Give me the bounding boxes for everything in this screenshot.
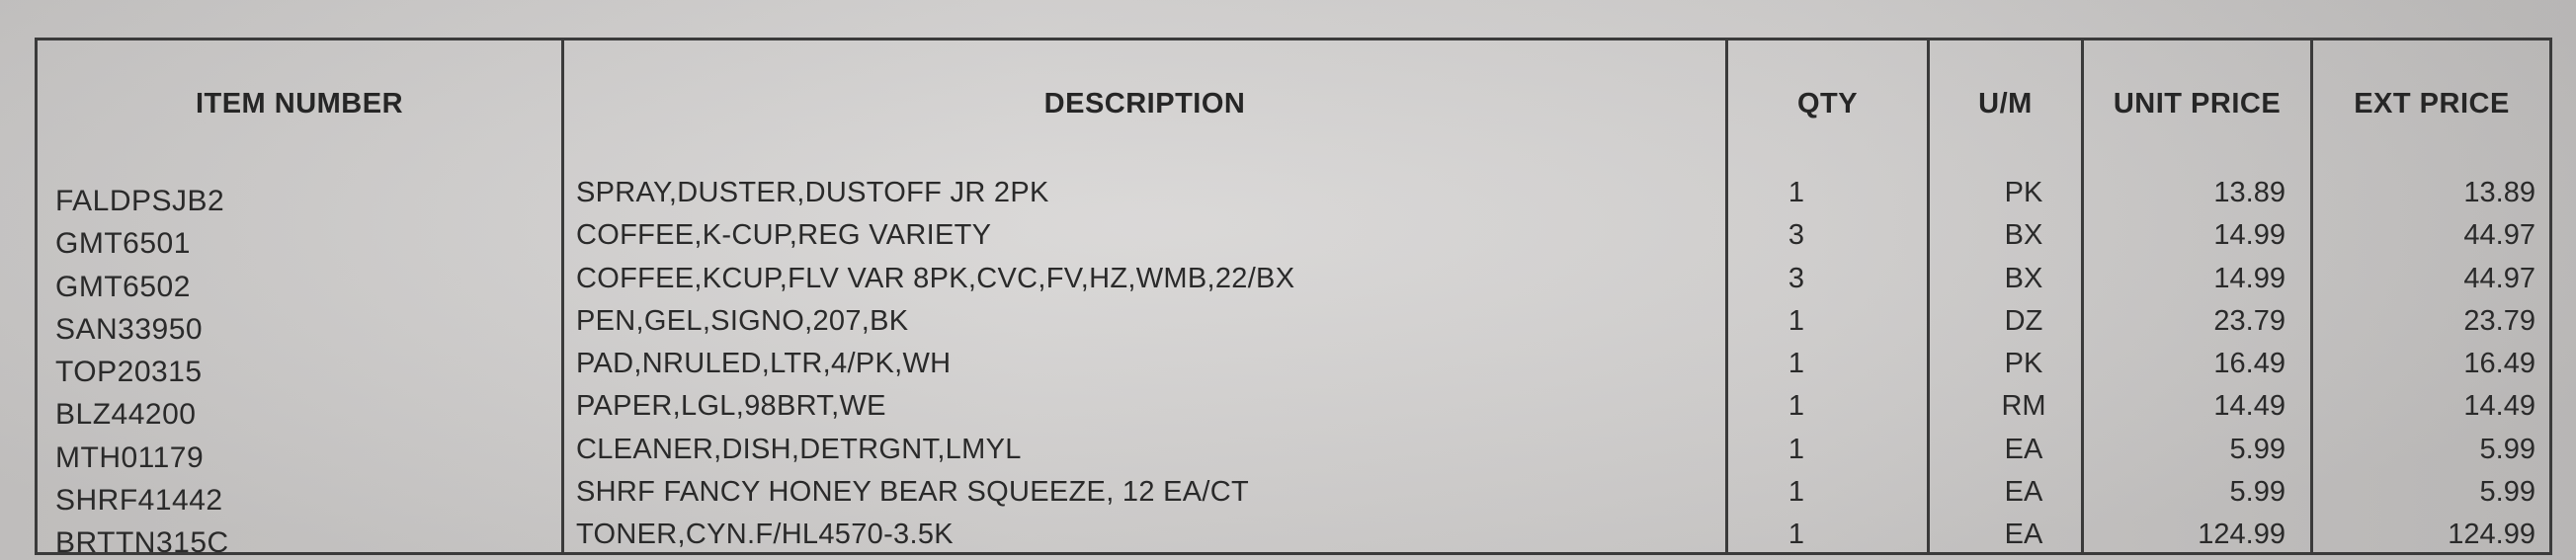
description: PEN,GEL,SIGNO,207,BK (576, 304, 909, 337)
header-qty: QTY (1796, 87, 1859, 120)
table-row: GMT6501 COFFEE,K-CUP,REG VARIETY 3 BX 14… (38, 209, 2549, 260)
ext-price: 16.49 (2463, 348, 2535, 380)
unit-of-measure: PK (2004, 177, 2043, 208)
description: COFFEE,KCUP,FLV VAR 8PK,CVC,FV,HZ,WMB,22… (576, 262, 1295, 294)
ext-price: 44.97 (2463, 262, 2535, 294)
description: SHRF FANCY HONEY BEAR SQUEEZE, 12 EA/CT (576, 476, 1250, 509)
unit-price: 14.99 (2213, 219, 2285, 252)
description: CLEANER,DISH,DETRGNT,LMYL (576, 433, 1022, 465)
unit-price: 14.49 (2213, 390, 2285, 423)
description: PAPER,LGL,98BRT,WE (576, 390, 886, 423)
quantity: 1 (1787, 304, 1805, 337)
header-unit-price: UNIT PRICE (2113, 87, 2282, 120)
unit-price: 5.99 (2229, 433, 2285, 465)
unit-of-measure: PK (2004, 348, 2043, 380)
quantity: 1 (1787, 177, 1805, 208)
invoice-line-items-table: ITEM NUMBER DESCRIPTION QTY U/M UNIT PRI… (35, 38, 2552, 559)
header-ext-price: EXT PRICE (2354, 87, 2510, 120)
table-row: TOP20315 PAD,NRULED,LTR,4/PK,WH 1 PK 16.… (38, 338, 2549, 388)
unit-price: 124.99 (2198, 519, 2285, 551)
unit-of-measure: BX (2004, 262, 2043, 294)
header-item-number: ITEM NUMBER (195, 87, 404, 120)
header-um: U/M (1978, 87, 2033, 120)
unit-price: 23.79 (2213, 304, 2285, 337)
description: TONER,CYN.F/HL4570-3.5K (576, 519, 954, 551)
ext-price: 5.99 (2479, 476, 2535, 509)
table-row: FALDPSJB2 SPRAY,DUSTER,DUSTOFF JR 2PK 1 … (38, 167, 2549, 217)
unit-of-measure: EA (2004, 433, 2043, 465)
table-row: BLZ44200 PAPER,LGL,98BRT,WE 1 RM 14.49 1… (38, 380, 2549, 431)
quantity: 1 (1787, 390, 1805, 423)
unit-of-measure: RM (2001, 390, 2046, 423)
unit-price: 13.89 (2213, 177, 2285, 208)
description: COFFEE,K-CUP,REG VARIETY (576, 219, 992, 252)
unit-of-measure: EA (2004, 519, 2043, 551)
table-body: FALDPSJB2 SPRAY,DUSTER,DUSTOFF JR 2PK 1 … (38, 167, 2549, 559)
quantity: 3 (1787, 219, 1805, 252)
ext-price: 44.97 (2463, 219, 2535, 252)
item-number: BRTTN315C (55, 526, 229, 560)
unit-price: 14.99 (2213, 262, 2285, 294)
ext-price: 13.89 (2463, 177, 2535, 208)
unit-price: 16.49 (2213, 348, 2285, 380)
ext-price: 23.79 (2463, 304, 2535, 337)
quantity: 1 (1787, 519, 1805, 551)
table-row: BRTTN315C TONER,CYN.F/HL4570-3.5K 1 EA 1… (38, 509, 2549, 559)
quantity: 1 (1787, 433, 1805, 465)
header-description: DESCRIPTION (1043, 87, 1246, 120)
ext-price: 14.49 (2463, 390, 2535, 423)
table-row: MTH01179 CLEANER,DISH,DETRGNT,LMYL 1 EA … (38, 424, 2549, 474)
description: PAD,NRULED,LTR,4/PK,WH (576, 348, 952, 380)
quantity: 1 (1787, 348, 1805, 380)
table-row: SHRF41442 SHRF FANCY HONEY BEAR SQUEEZE,… (38, 466, 2549, 517)
unit-of-measure: EA (2004, 476, 2043, 509)
ext-price: 5.99 (2479, 433, 2535, 465)
unit-price: 5.99 (2229, 476, 2285, 509)
table-row: SAN33950 PEN,GEL,SIGNO,207,BK 1 DZ 23.79… (38, 295, 2549, 346)
unit-of-measure: BX (2004, 219, 2043, 252)
ext-price: 124.99 (2448, 519, 2535, 551)
unit-of-measure: DZ (2004, 304, 2043, 337)
quantity: 1 (1787, 476, 1805, 509)
quantity: 3 (1787, 262, 1805, 294)
table-row: GMT6502 COFFEE,KCUP,FLV VAR 8PK,CVC,FV,H… (38, 253, 2549, 303)
description: SPRAY,DUSTER,DUSTOFF JR 2PK (576, 177, 1049, 208)
